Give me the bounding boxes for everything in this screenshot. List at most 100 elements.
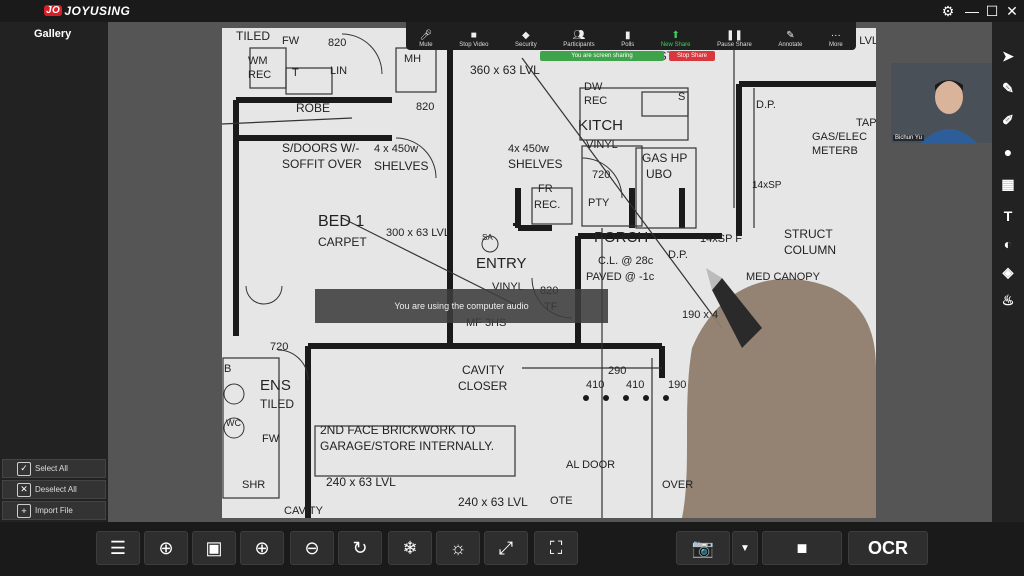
- plan-label: T: [292, 67, 299, 79]
- plan-label: OTE: [550, 495, 573, 507]
- zoom-in-button[interactable]: ⊕: [240, 531, 284, 565]
- record-button[interactable]: ■: [762, 531, 842, 565]
- fullscreen-icon: ⛶: [549, 537, 563, 558]
- plan-label: C.L. @ 28c: [598, 255, 654, 267]
- pause-share-label: Pause Share: [717, 42, 752, 48]
- new-share-label: New Share: [660, 42, 691, 48]
- plan-label: REC.: [534, 199, 560, 211]
- stop-video-label: Stop Video: [459, 42, 489, 48]
- annotation-toolbar: ➤ ✎ ✐ ● ▦ T ◐ ◈ ♨: [992, 22, 1024, 522]
- zoom-out-button[interactable]: ⊖: [290, 531, 334, 565]
- rotate-icon: ↻: [352, 537, 368, 558]
- monitor-button[interactable]: ▣: [192, 531, 236, 565]
- maximize-button[interactable]: ☐: [982, 2, 1002, 20]
- fit-button[interactable]: ⤢: [484, 531, 528, 565]
- plan-label: WM: [248, 55, 268, 67]
- plan-label: KITCH: [578, 117, 623, 134]
- settings-icon[interactable]: ⚙: [938, 2, 958, 20]
- freeze-icon: ❄: [402, 537, 418, 558]
- plan-label: 240 x 63 LVL: [458, 495, 528, 509]
- gallery-panel: Gallery ✓ Select All ✕ Deselect All + Im…: [0, 22, 108, 522]
- plan-label: CARPET: [318, 235, 367, 249]
- freeze-button[interactable]: ❄: [388, 531, 432, 565]
- plan-label: 14xSP F: [700, 233, 742, 245]
- plan-label: STRUCT: [784, 227, 833, 241]
- bottom-toolbar: 📷 ▼ ■ OCR ☰ ⊕ ▣ ⊕ ⊖ ↻ ❄ ☼ ⤢ ⛶: [0, 522, 1024, 576]
- monitor-icon: ▣: [205, 537, 223, 558]
- ocr-button[interactable]: OCR: [848, 531, 928, 565]
- dots-icon: ···: [830, 30, 841, 41]
- floor-plan-image[interactable]: TILEDFW820WMRECTLINMH360 x 63 LVL1200h L…: [222, 28, 876, 518]
- plan-label: ROBE: [296, 101, 330, 115]
- capture-button[interactable]: 📷: [676, 531, 730, 565]
- plan-label: 820: [328, 37, 346, 49]
- plan-label: UBO: [646, 167, 672, 181]
- mosaic-icon[interactable]: ▦: [998, 174, 1018, 194]
- plan-label: TILED: [236, 29, 270, 43]
- fullscreen-button[interactable]: ⛶: [534, 531, 578, 565]
- fill-icon[interactable]: ◐: [998, 234, 1018, 254]
- cursor-icon[interactable]: ➤: [998, 46, 1018, 66]
- plan-label: 820: [416, 101, 434, 113]
- meeting-controls-bar: 🎤︎ Mute ■ Stop Video ◆ Security 👥︎ Participa…: [406, 22, 856, 50]
- deselect-all-button[interactable]: ✕ Deselect All: [2, 480, 106, 499]
- pause-share-control[interactable]: ❚❚ Pause Share: [717, 30, 752, 48]
- new-share-control[interactable]: ⬆ New Share: [661, 30, 691, 48]
- logo-text: JOYUSING: [64, 3, 131, 18]
- microphone-icon: 🎤︎: [419, 30, 433, 41]
- floor-plan-drawing: TILEDFW820WMRECTLINMH360 x 63 LVL1200h L…: [222, 28, 876, 518]
- plan-label: 410: [626, 379, 644, 391]
- clear-icon[interactable]: ♨: [998, 290, 1018, 310]
- capture-dropdown-button[interactable]: ▼: [732, 531, 758, 565]
- settings-sliders-icon: ☰: [109, 537, 127, 558]
- minimize-button[interactable]: —: [962, 2, 982, 20]
- more-control[interactable]: ··· More: [829, 30, 843, 48]
- plan-label: PAVED @ -1c: [586, 271, 655, 283]
- settings-sliders-button[interactable]: ☰: [96, 531, 140, 565]
- zoom-out-icon: ⊖: [304, 537, 320, 558]
- check-square-icon: ✓: [17, 461, 31, 476]
- participant-avatar: [891, 63, 1007, 143]
- plan-label: OVER: [662, 479, 693, 491]
- stop-share-button[interactable]: Stop Share: [669, 51, 715, 61]
- close-button[interactable]: ✕: [1002, 2, 1022, 20]
- plan-label: TAP: [856, 117, 876, 129]
- camera-icon: ■: [470, 30, 477, 41]
- import-file-button[interactable]: + Import File: [2, 501, 106, 520]
- participants-control[interactable]: 👥︎ Participants: [563, 30, 594, 48]
- annotate-control[interactable]: ✎ Annotate: [778, 30, 802, 48]
- shapes-icon[interactable]: ●: [998, 142, 1018, 162]
- more-label: More: [828, 42, 843, 48]
- plan-label: CAVITY: [284, 505, 324, 517]
- highlighter-icon[interactable]: ✐: [998, 110, 1018, 130]
- plan-label: S/DOORS W/-: [282, 141, 359, 155]
- select-all-button[interactable]: ✓ Select All: [2, 459, 106, 478]
- plan-label: D.P.: [756, 99, 776, 111]
- plan-label: SA: [482, 233, 493, 242]
- plan-label: PORCH: [594, 229, 648, 246]
- plan-label: MED CANOPY: [746, 271, 821, 283]
- polls-label: Polls: [621, 42, 635, 48]
- mute-control[interactable]: 🎤︎ Mute: [419, 30, 432, 48]
- stop-video-control[interactable]: ■ Stop Video: [459, 30, 488, 48]
- eraser-icon[interactable]: ◈: [998, 262, 1018, 282]
- plan-label: COLUMN: [784, 243, 836, 257]
- zoom-region-icon: ⊕: [158, 537, 174, 558]
- audio-toast: You are using the computer audio: [315, 289, 608, 323]
- security-control[interactable]: ◆ Security: [515, 30, 537, 48]
- plan-label: REC: [584, 95, 607, 107]
- rotate-button[interactable]: ↻: [338, 531, 382, 565]
- exposure-button[interactable]: ☼: [436, 531, 480, 565]
- security-label: Security: [515, 42, 537, 48]
- pen-icon[interactable]: ✎: [998, 78, 1018, 98]
- participant-name: Bichun Yu: [893, 135, 924, 141]
- bar-chart-icon: ▮: [624, 30, 631, 41]
- participant-video[interactable]: Bichun Yu: [890, 62, 1008, 144]
- video-record-icon: ■: [796, 537, 808, 558]
- polls-control[interactable]: ▮ Polls: [621, 30, 634, 48]
- zoom-region-button[interactable]: ⊕: [144, 531, 188, 565]
- plan-label: 290: [608, 365, 626, 377]
- plan-label: SHELVES: [508, 157, 562, 171]
- text-icon[interactable]: T: [998, 206, 1018, 226]
- screen-sharing-status: You are screen sharing: [540, 51, 664, 61]
